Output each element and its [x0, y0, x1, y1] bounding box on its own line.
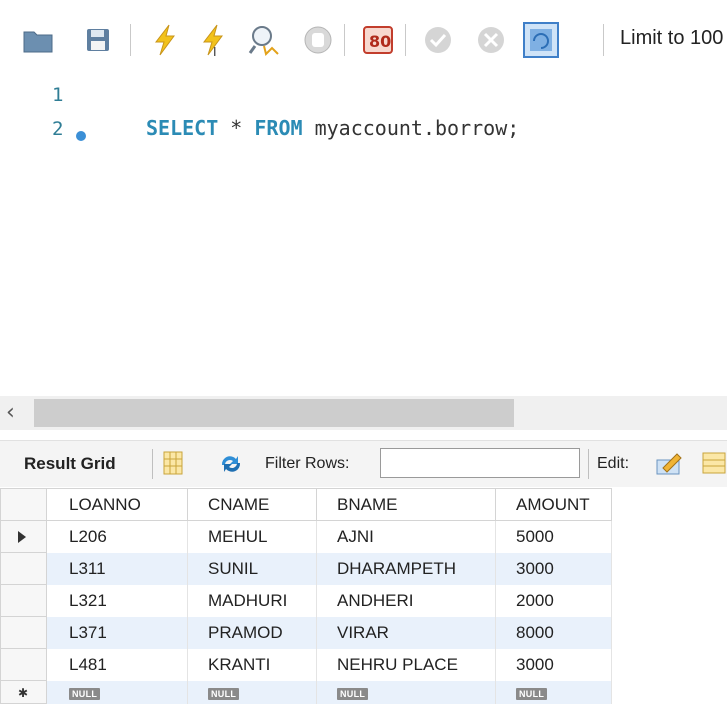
- row-selector[interactable]: [0, 584, 47, 617]
- query-toolbar: I 80 Limit to 100: [0, 0, 727, 80]
- open-folder-icon[interactable]: [20, 22, 56, 58]
- null-badge: NULL: [69, 688, 101, 700]
- cell-cname[interactable]: MEHUL: [187, 520, 317, 553]
- filter-rows-label: Filter Rows:: [265, 455, 350, 472]
- null-badge: NULL: [208, 688, 240, 700]
- cell-loanno[interactable]: L321: [46, 584, 188, 617]
- table-row[interactable]: L206 MEHUL AJNI 5000: [0, 520, 612, 553]
- keyword-select: SELECT: [146, 116, 219, 140]
- edit-label: Edit:: [597, 455, 630, 472]
- row-selector[interactable]: [0, 520, 47, 553]
- keyword-from: FROM: [254, 116, 303, 140]
- toggle-output-icon[interactable]: 80: [360, 22, 396, 58]
- edit-row-icon[interactable]: [655, 450, 683, 476]
- star-token: *: [218, 116, 255, 140]
- cell-amount[interactable]: 5000: [495, 520, 612, 553]
- scroll-thumb[interactable]: [34, 399, 514, 427]
- limit-rows-select[interactable]: Limit to 100: [620, 27, 723, 50]
- new-row-star-icon: ✱: [18, 686, 29, 700]
- result-grid-tab[interactable]: Result Grid: [24, 454, 116, 474]
- svg-text:80: 80: [369, 32, 391, 51]
- cell-amount[interactable]: 3000: [495, 552, 612, 585]
- table-row[interactable]: L321 MADHURI ANDHERI 2000: [0, 584, 612, 617]
- cell-bname[interactable]: AJNI: [316, 520, 496, 553]
- cell-cname[interactable]: MADHURI: [187, 584, 317, 617]
- cell-cname[interactable]: PRAMOD: [187, 616, 317, 649]
- refresh-icon[interactable]: [218, 453, 244, 475]
- statement-marker-icon: [76, 131, 86, 141]
- row-header-corner: [0, 488, 47, 521]
- cell-cname[interactable]: SUNIL: [187, 552, 317, 585]
- rollback-icon[interactable]: [473, 22, 509, 58]
- cell-loanno[interactable]: L311: [46, 552, 188, 585]
- row-selector[interactable]: [0, 616, 47, 649]
- horizontal-scrollbar[interactable]: ‹: [0, 396, 727, 430]
- execute-current-icon[interactable]: I: [195, 22, 231, 59]
- row-selector[interactable]: ✱: [0, 680, 47, 704]
- execute-icon[interactable]: [147, 22, 183, 58]
- cell-null[interactable]: NULL: [187, 680, 317, 704]
- line-number: 2: [52, 118, 64, 140]
- row-selector[interactable]: [0, 552, 47, 585]
- cell-null[interactable]: NULL: [46, 680, 188, 704]
- svg-text:I: I: [213, 45, 217, 58]
- result-toolbar: Result Grid Filter Rows: Edit:: [0, 440, 727, 487]
- null-badge: NULL: [337, 688, 369, 700]
- cell-null[interactable]: NULL: [495, 680, 612, 704]
- autocommit-toggle-icon[interactable]: [523, 22, 559, 58]
- table-row[interactable]: L481 KRANTI NEHRU PLACE 3000: [0, 648, 612, 681]
- row-selector[interactable]: [0, 648, 47, 681]
- cell-bname[interactable]: ANDHERI: [316, 584, 496, 617]
- new-row[interactable]: ✱ NULL NULL NULL NULL: [0, 680, 612, 704]
- explain-icon[interactable]: [246, 22, 282, 58]
- result-grid[interactable]: LOANNO CNAME BNAME AMOUNT L206 MEHUL AJN…: [0, 488, 612, 704]
- cell-loanno[interactable]: L371: [46, 616, 188, 649]
- sql-statement[interactable]: SELECT * FROM myaccount.borrow;: [146, 116, 519, 140]
- header-row: LOANNO CNAME BNAME AMOUNT: [0, 488, 612, 521]
- cell-amount[interactable]: 3000: [495, 648, 612, 681]
- cell-loanno[interactable]: L481: [46, 648, 188, 681]
- cell-bname[interactable]: NEHRU PLACE: [316, 648, 496, 681]
- scroll-left-arrow-icon[interactable]: ‹: [6, 400, 15, 425]
- column-header-bname[interactable]: BNAME: [316, 488, 496, 521]
- save-icon[interactable]: [80, 22, 116, 58]
- commit-icon[interactable]: [420, 22, 456, 58]
- cell-bname[interactable]: DHARAMPETH: [316, 552, 496, 585]
- insert-row-icon[interactable]: [702, 452, 726, 474]
- column-header-cname[interactable]: CNAME: [187, 488, 317, 521]
- stop-icon[interactable]: [300, 22, 336, 58]
- column-header-loanno[interactable]: LOANNO: [46, 488, 188, 521]
- column-header-amount[interactable]: AMOUNT: [495, 488, 612, 521]
- grid-layout-icon[interactable]: [163, 451, 183, 475]
- cell-bname[interactable]: VIRAR: [316, 616, 496, 649]
- table-reference: myaccount.borrow;: [302, 116, 520, 140]
- cell-cname[interactable]: KRANTI: [187, 648, 317, 681]
- filter-rows-input[interactable]: [380, 448, 580, 478]
- line-number: 1: [52, 84, 64, 106]
- cell-amount[interactable]: 2000: [495, 584, 612, 617]
- current-row-arrow-icon: [18, 531, 26, 543]
- table-row[interactable]: L311 SUNIL DHARAMPETH 3000: [0, 552, 612, 585]
- cell-amount[interactable]: 8000: [495, 616, 612, 649]
- table-row[interactable]: L371 PRAMOD VIRAR 8000: [0, 616, 612, 649]
- cell-null[interactable]: NULL: [316, 680, 496, 704]
- cell-loanno[interactable]: L206: [46, 520, 188, 553]
- null-badge: NULL: [516, 688, 548, 700]
